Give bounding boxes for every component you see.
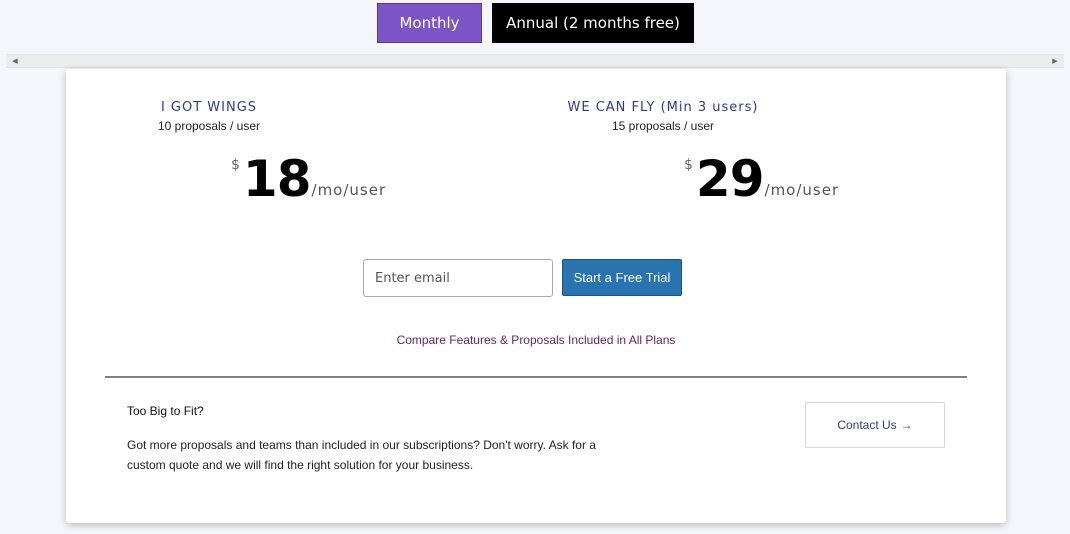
start-free-trial-button[interactable]: Start a Free Trial <box>562 259 682 296</box>
section-divider <box>105 376 967 378</box>
plan-header-1: I GOT WINGS 10 proposals / user <box>109 100 309 133</box>
pricing-page: Monthly Annual (2 months free) ◀ ▶ I GOT… <box>0 0 1070 534</box>
price-amount: 29 <box>695 150 765 208</box>
enterprise-title: Too Big to Fit? <box>127 404 204 418</box>
contact-us-button[interactable]: Contact Us → <box>805 402 945 448</box>
plan-subtitle: 15 proposals / user <box>611 119 715 133</box>
billing-toggle: Monthly Annual (2 months free) <box>377 3 694 43</box>
plan-subtitle: 10 proposals / user <box>157 119 261 133</box>
arrow-right-icon: → <box>900 418 913 432</box>
plan-price-2: $ 29 /mo/user <box>684 153 839 205</box>
compare-features-link[interactable]: Compare Features & Proposals Included in… <box>66 333 1006 347</box>
scroll-right-arrow-icon[interactable]: ▶ <box>1048 55 1062 67</box>
currency-symbol: $ <box>231 157 240 173</box>
pricing-card: I GOT WINGS 10 proposals / user $ 18 /mo… <box>66 69 1006 523</box>
monthly-button[interactable]: Monthly <box>377 3 482 43</box>
horizontal-scrollbar[interactable]: ◀ ▶ <box>6 54 1064 68</box>
plan-name: I GOT WINGS <box>160 100 258 115</box>
scroll-left-arrow-icon[interactable]: ◀ <box>8 55 22 67</box>
annual-button[interactable]: Annual (2 months free) <box>492 3 694 43</box>
price-period: /mo/user <box>311 181 387 199</box>
plan-price-1: $ 18 /mo/user <box>231 153 386 205</box>
currency-symbol: $ <box>684 157 693 173</box>
email-input[interactable] <box>363 259 553 297</box>
price-period: /mo/user <box>764 181 840 199</box>
plan-header-2: WE CAN FLY (Min 3 users) 15 proposals / … <box>523 100 803 133</box>
contact-us-label: Contact Us <box>837 418 897 432</box>
enterprise-description: Got more proposals and teams than includ… <box>127 438 596 472</box>
plan-name: WE CAN FLY (Min 3 users) <box>567 100 759 115</box>
price-amount: 18 <box>242 150 312 208</box>
